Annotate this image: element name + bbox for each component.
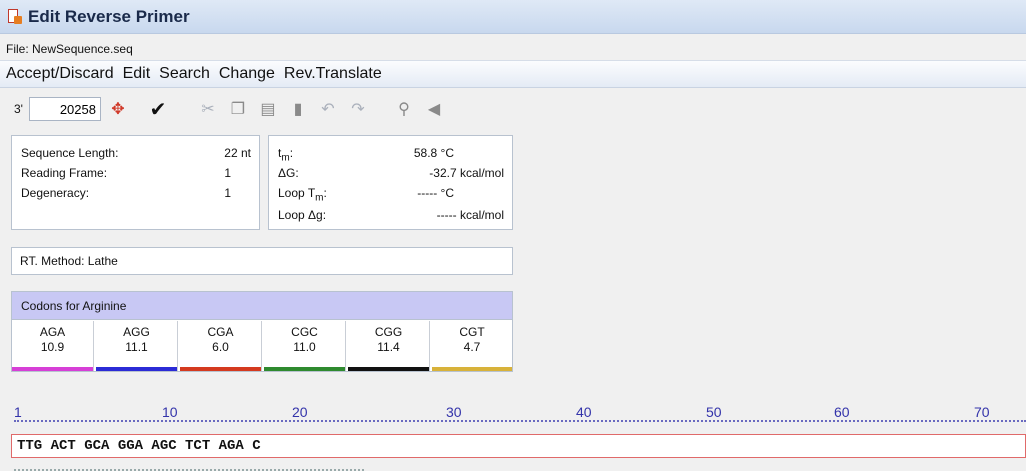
length-label: Sequence Length:	[21, 146, 119, 160]
loop-dg-value: ----- kcal/mol	[436, 208, 504, 222]
method-field: RT. Method: Lathe	[11, 247, 513, 275]
codon-value: 11.1	[125, 340, 148, 354]
ruler-tick-label: 50	[706, 404, 722, 420]
ruler-tick-label: 30	[446, 404, 462, 420]
paste-icon[interactable]: ▤	[257, 98, 279, 120]
strand-end-label: 3'	[14, 102, 23, 116]
position-input[interactable]	[28, 97, 101, 121]
codon-cell[interactable]: CGG 11.4	[348, 321, 430, 371]
loop-tm-row: Loop Tm: ----- °C	[278, 184, 504, 203]
ruler-tick-label: 1	[14, 404, 22, 420]
loop-dg-label: Loop Δg:	[278, 208, 327, 222]
codon-value: 11.4	[377, 340, 400, 354]
ruler-tick-label: 70	[974, 404, 990, 420]
menu-edit[interactable]: Edit	[123, 65, 151, 83]
codon-color-bar	[264, 367, 345, 371]
primer-sequence-field[interactable]: TTG ACT GCA GGA AGC TCT AGA C	[11, 434, 1026, 458]
copy-icon[interactable]: ❐	[227, 98, 249, 120]
codon-table: Codons for Arginine AGA 10.9 AGG 11.1 CG…	[11, 291, 513, 372]
loop-tm-label: Loop Tm:	[278, 186, 327, 204]
tm-row: tm: 58.8 °C	[278, 144, 504, 163]
menu-accept-discard[interactable]: Accept/Discard	[6, 65, 114, 83]
codon-cell[interactable]: CGT 4.7	[432, 321, 512, 371]
speaker-icon[interactable]: ◀	[423, 98, 445, 120]
codon-color-bar	[96, 367, 177, 371]
codon-name: AGG	[123, 325, 150, 339]
app-icon	[8, 8, 22, 25]
codon-value: 6.0	[212, 340, 229, 354]
length-row: Sequence Length: 22 nt	[21, 144, 251, 162]
ruler-tick-label: 40	[576, 404, 592, 420]
ruler-tick-label: 10	[162, 404, 178, 420]
codon-cell[interactable]: AGA 10.9	[12, 321, 94, 371]
codon-cell[interactable]: AGG 11.1	[96, 321, 178, 371]
codon-cell[interactable]: CGA 6.0	[180, 321, 262, 371]
codon-color-bar	[180, 367, 261, 371]
codon-name: CGC	[291, 325, 318, 339]
codon-color-bar	[432, 367, 512, 371]
file-label: File: NewSequence.seq	[0, 39, 1026, 59]
dg-label: ΔG:	[278, 166, 299, 180]
degeneracy-value: 1	[224, 186, 231, 200]
codon-name: CGA	[207, 325, 234, 339]
menu-change[interactable]: Change	[219, 65, 275, 83]
codon-color-bar	[12, 367, 93, 371]
codon-color-bar	[348, 367, 429, 371]
loop-dg-row: Loop Δg: ----- kcal/mol	[278, 206, 504, 224]
codon-table-header: Codons for Arginine	[12, 292, 512, 320]
codon-value: 10.9	[40, 340, 65, 354]
degeneracy-label: Degeneracy:	[21, 186, 90, 200]
tm-value: 58.8 °C	[413, 146, 454, 160]
frame-value: 1	[224, 166, 231, 180]
translation-row	[14, 462, 364, 471]
thermo-panel: tm: 58.8 °C ΔG: -32.7 kcal/mol Loop Tm: …	[268, 135, 513, 230]
goto-icon[interactable]: ✥	[107, 98, 129, 120]
find-icon[interactable]: ⚲	[393, 98, 415, 120]
frame-label: Reading Frame:	[21, 166, 108, 180]
frame-row: Reading Frame: 1	[21, 164, 251, 182]
codon-name: CGT	[459, 325, 485, 339]
menu-search[interactable]: Search	[159, 65, 210, 83]
title-bar: Edit Reverse Primer	[0, 0, 1026, 34]
dg-row: ΔG: -32.7 kcal/mol	[278, 164, 504, 182]
ruler-dots	[14, 420, 1026, 422]
codon-name: AGA	[39, 325, 66, 339]
window-title: Edit Reverse Primer	[28, 6, 190, 26]
undo-icon[interactable]: ↶	[317, 98, 339, 120]
codon-cell[interactable]: CGC 11.0	[264, 321, 346, 371]
dg-value: -32.7 kcal/mol	[429, 166, 504, 180]
cut-icon[interactable]: ✂	[197, 98, 219, 120]
check-icon[interactable]: ✔	[147, 98, 169, 121]
loop-tm-value: ----- °C	[417, 186, 454, 200]
length-value: 22 nt	[224, 146, 251, 160]
menu-bar: Accept/Discard Edit Search Change Rev.Tr…	[0, 60, 1026, 88]
toolbar: 3' ✥ ✔ ✂ ❐ ▤ ▮ ↶ ↷ ⚲ ◀	[0, 92, 1026, 126]
sequence-info-panel: Sequence Length: 22 nt Reading Frame: 1 …	[11, 135, 260, 230]
degeneracy-row: Degeneracy: 1	[21, 184, 251, 202]
redo-icon[interactable]: ↷	[347, 98, 369, 120]
codon-value: 4.7	[463, 340, 481, 354]
delete-icon[interactable]: ▮	[287, 98, 309, 120]
codon-value: 11.0	[293, 340, 316, 354]
menu-rev-translate[interactable]: Rev.Translate	[284, 65, 382, 83]
ruler-tick-label: 60	[834, 404, 850, 420]
ruler-tick-label: 20	[292, 404, 308, 420]
codon-name: CGG	[374, 325, 403, 339]
sequence-ruler: 1 10 20 30 40 50 60 70	[14, 404, 1026, 426]
